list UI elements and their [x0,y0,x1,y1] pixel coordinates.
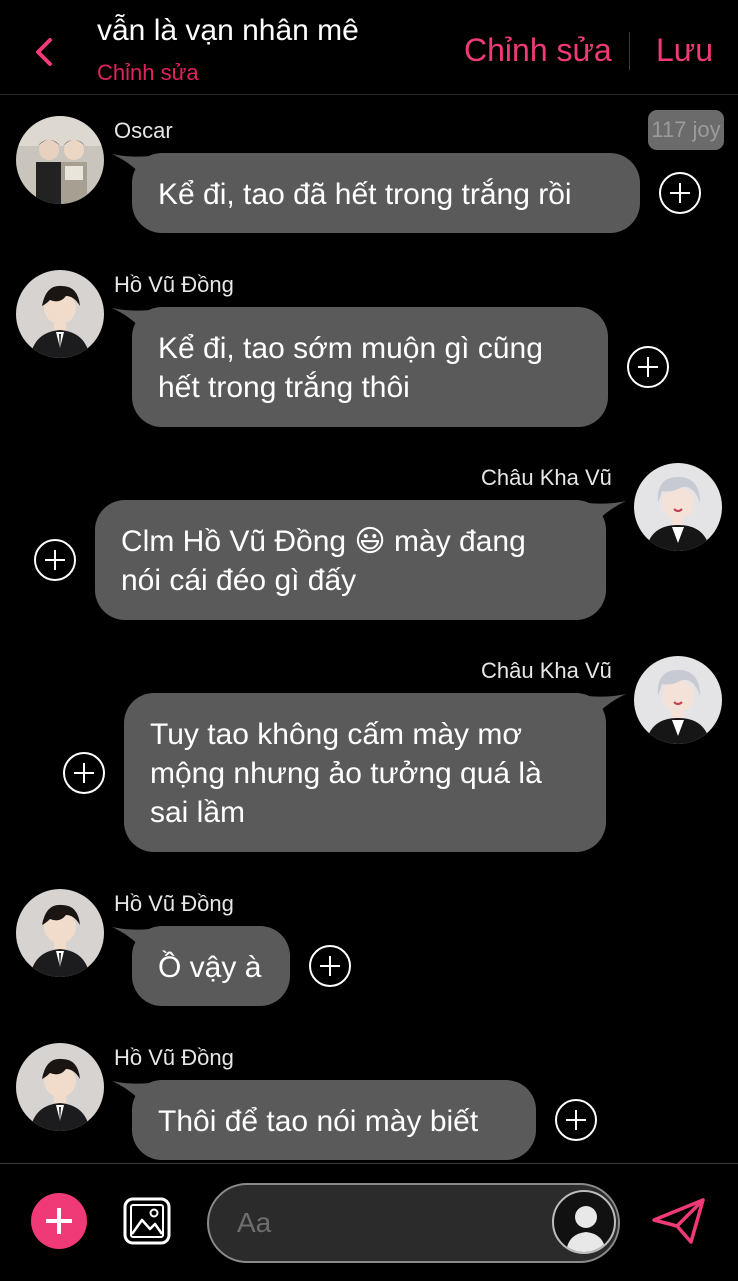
add-reaction-button[interactable] [627,346,669,388]
sender-name: Hồ Vũ Đồng [114,891,234,916]
message-text: Kể đi, tao đã hết trong trắng rồi [158,178,572,211]
add-reaction-button[interactable] [659,172,701,214]
message-text: Ồ vậy à [158,951,262,984]
profile-icon[interactable] [552,1190,616,1254]
add-button[interactable] [31,1193,87,1249]
avatar-ho-vu-dong[interactable] [16,270,104,358]
avatar-ho-vu-dong[interactable] [16,1043,104,1131]
message-text: mộng nhưng ảo tưởng quá là [150,757,542,790]
message-input-box[interactable] [207,1183,620,1263]
sender-name: Hồ Vũ Đồng [114,1045,234,1070]
chat-header: vẫn là vạn nhân mê Chỉnh sửa Chỉnh sửa L… [0,0,738,95]
send-icon[interactable] [651,1196,707,1246]
avatar-chau-kha-vu[interactable] [634,463,722,551]
chat-title: vẫn là vạn nhân mê [97,14,359,47]
message-bubble[interactable]: Kể đi, tao sớm muộn gì cũng hết trong tr… [132,307,608,427]
image-icon[interactable] [122,1196,172,1246]
header-divider [629,32,630,70]
edit-button[interactable]: Chỉnh sửa [464,32,612,69]
message-text: nói cái đéo gì đấy [121,564,357,597]
avatar-oscar[interactable] [16,116,104,204]
avatar-chau-kha-vu[interactable] [634,656,722,744]
chat-subtitle[interactable]: Chỉnh sửa [97,60,199,86]
save-button[interactable]: Lưu [656,32,713,69]
message-bubble[interactable]: Thôi để tao nói mày biết [132,1080,536,1160]
message-text: Kể đi, tao sớm muộn gì cũng [158,332,543,365]
message-text: hết trong trắng thôi [158,371,410,404]
message-text: Clm Hồ Vũ Đồng 😃 mày đang [121,525,526,558]
back-chevron-icon[interactable] [30,32,60,72]
add-reaction-button[interactable] [309,945,351,987]
message-bubble[interactable]: Tuy tao không cấm mày mơ mộng nhưng ảo t… [124,693,606,852]
message-input[interactable] [237,1201,537,1245]
message-bubble[interactable]: Kể đi, tao đã hết trong trắng rồi [132,153,640,233]
add-reaction-button[interactable] [34,539,76,581]
sender-name: Hồ Vũ Đồng [114,272,234,297]
composer-divider [0,1163,738,1164]
message-text: sai lầm [150,796,246,829]
sender-name: Châu Kha Vũ [481,658,612,683]
add-reaction-button[interactable] [555,1099,597,1141]
message-bubble[interactable]: Clm Hồ Vũ Đồng 😃 mày đang nói cái đéo gì… [95,500,606,620]
message-bubble[interactable]: Ồ vậy à [132,926,290,1006]
add-reaction-button[interactable] [63,752,105,794]
message-text: Tuy tao không cấm mày mơ [150,718,523,751]
avatar-ho-vu-dong[interactable] [16,889,104,977]
message-text: Thôi để tao nói mày biết [158,1105,479,1138]
sender-name: Oscar [114,118,173,143]
joy-count-badge: 117 joy [648,110,724,150]
sender-name: Châu Kha Vũ [481,465,612,490]
